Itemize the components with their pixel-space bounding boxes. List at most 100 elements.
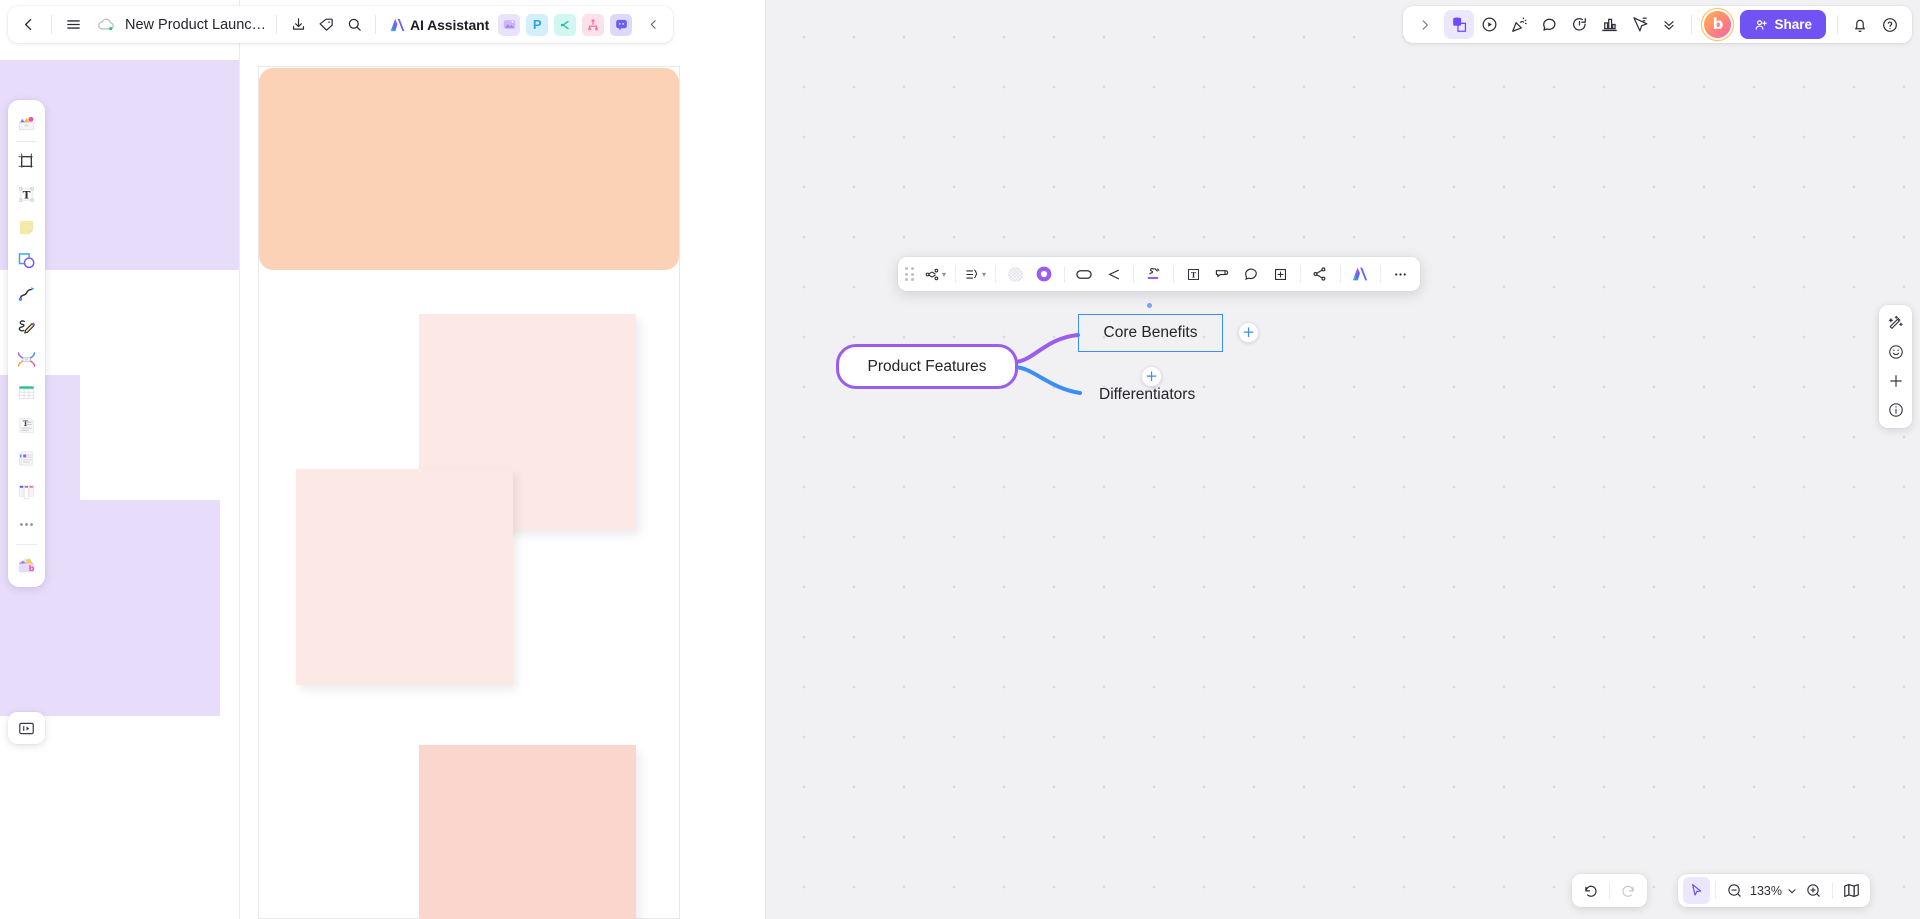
- import-upload-button[interactable]: [8, 712, 45, 744]
- text-style-button[interactable]: T: [1179, 261, 1208, 287]
- toolbar-drag-handle[interactable]: [905, 267, 914, 281]
- share-button[interactable]: Share: [1740, 10, 1826, 39]
- tool-table[interactable]: [12, 376, 42, 409]
- undo-icon[interactable]: [1577, 877, 1604, 904]
- canvas-edge: [765, 0, 766, 919]
- connect-button[interactable]: [1306, 261, 1335, 287]
- orange-card[interactable]: [259, 68, 679, 270]
- tool-ai-toolkit[interactable]: b: [12, 548, 42, 581]
- document-panel: [0, 0, 766, 919]
- search-icon[interactable]: [340, 11, 368, 39]
- tool-template-library[interactable]: [12, 105, 42, 138]
- divider: [1831, 882, 1833, 899]
- panel-divider: [239, 0, 240, 919]
- collapse-toolbar-icon[interactable]: [639, 11, 667, 39]
- add-plus-icon[interactable]: [1882, 367, 1909, 395]
- ai-button[interactable]: [1346, 261, 1375, 287]
- tool-sticky-note[interactable]: [12, 211, 42, 244]
- zoom-level-value[interactable]: 133%: [1748, 884, 1784, 898]
- ai-assistant-label: AI Assistant: [410, 16, 490, 33]
- vote-tool-icon[interactable]: [1594, 10, 1624, 39]
- avatar[interactable]: b: [1704, 11, 1732, 38]
- info-icon[interactable]: [1882, 396, 1909, 424]
- infinite-canvas[interactable]: [765, 0, 1920, 919]
- tool-kanban[interactable]: [12, 475, 42, 508]
- emoji-reaction-icon[interactable]: [1882, 338, 1909, 366]
- fill-color-button[interactable]: [1030, 261, 1059, 287]
- document-title[interactable]: New Product Launch Pla...: [125, 17, 267, 33]
- mindmap-structure-button[interactable]: ▾: [961, 261, 990, 287]
- tool-shape[interactable]: [12, 244, 42, 277]
- left-tool-rail: T T b: [8, 100, 45, 587]
- chevron-down-icon: ▾: [981, 269, 986, 279]
- celebrate-tool-icon[interactable]: [1504, 10, 1534, 39]
- image-app-icon[interactable]: [498, 13, 521, 36]
- add-child-node-button-differentiators[interactable]: +: [1141, 366, 1162, 387]
- comment-tool-icon[interactable]: [1534, 10, 1564, 39]
- add-child-node-button-core[interactable]: +: [1238, 322, 1259, 343]
- tool-note-doc[interactable]: T: [12, 409, 42, 442]
- svg-text:T: T: [23, 419, 29, 428]
- divider: [1172, 265, 1174, 283]
- mindmap-node-core-benefits[interactable]: Core Benefits: [1078, 314, 1223, 352]
- mindmap-node-differentiators[interactable]: Differentiators: [1099, 384, 1195, 406]
- download-icon[interactable]: [284, 11, 312, 39]
- divider: [1063, 265, 1065, 283]
- mindmap-app-icon[interactable]: [554, 13, 577, 36]
- mindmap-layout-button[interactable]: ▾: [921, 261, 950, 287]
- fill-transparent-button[interactable]: [1001, 261, 1030, 287]
- minimap-icon[interactable]: [1838, 877, 1865, 904]
- line-style-button[interactable]: [1099, 261, 1128, 287]
- comment-app-icon[interactable]: [610, 13, 633, 36]
- expand-panel-icon[interactable]: [1410, 10, 1440, 39]
- tool-pen[interactable]: [12, 310, 42, 343]
- highlight-color-button[interactable]: [1139, 261, 1168, 287]
- tool-more[interactable]: [12, 508, 42, 541]
- top-toolbar-right: b Share: [1403, 6, 1912, 43]
- tool-connector[interactable]: [12, 277, 42, 310]
- divider: [276, 15, 277, 34]
- timer-tool-icon[interactable]: [1564, 10, 1594, 39]
- avatar-initial: b: [1712, 15, 1724, 33]
- peach-sticky-3[interactable]: [419, 745, 636, 919]
- mindmap-root-label: Product Features: [867, 357, 987, 375]
- ai-logo-icon: [390, 18, 405, 31]
- tool-mindmap[interactable]: [12, 343, 42, 376]
- tool-frame[interactable]: [12, 145, 42, 178]
- tool-text[interactable]: T: [12, 178, 42, 211]
- divider: [994, 265, 996, 283]
- more-options-button[interactable]: [1386, 261, 1415, 287]
- divider: [1715, 882, 1716, 899]
- present-tool-icon[interactable]: [1474, 10, 1504, 39]
- select-tool-icon[interactable]: [1683, 877, 1710, 904]
- table-app-icon[interactable]: [582, 13, 605, 36]
- ai-assistant-button[interactable]: AI Assistant: [383, 11, 495, 39]
- back-icon[interactable]: [14, 11, 42, 39]
- divider: [1691, 15, 1693, 34]
- zoom-in-icon[interactable]: [1800, 877, 1827, 904]
- comment-button[interactable]: [1237, 261, 1266, 287]
- pink-sticky-2[interactable]: [296, 469, 513, 685]
- sticky-convert-button[interactable]: [1208, 261, 1237, 287]
- tag-icon[interactable]: [312, 11, 340, 39]
- zoom-out-icon[interactable]: [1721, 877, 1748, 904]
- cursor-share-tool-icon[interactable]: [1624, 10, 1654, 39]
- divider: [375, 15, 376, 34]
- presentation-app-icon[interactable]: P: [526, 13, 549, 36]
- sticker-tool-icon[interactable]: [1444, 10, 1475, 39]
- svg-text:b: b: [29, 563, 35, 573]
- help-icon[interactable]: [1875, 10, 1905, 39]
- shape-style-button[interactable]: [1070, 261, 1099, 287]
- zoom-dropdown-chevron-icon[interactable]: [1784, 877, 1800, 904]
- tool-card[interactable]: [12, 442, 42, 475]
- more-tools-chevron-icon[interactable]: [1654, 10, 1684, 39]
- hamburger-menu-icon[interactable]: [59, 11, 87, 39]
- magic-wand-icon[interactable]: [1882, 309, 1909, 337]
- divider: [1132, 265, 1134, 283]
- notification-bell-icon[interactable]: [1845, 10, 1875, 39]
- add-node-button[interactable]: [1266, 261, 1295, 287]
- divider: [1837, 15, 1838, 34]
- share-label: Share: [1774, 17, 1812, 32]
- mindmap-root-node[interactable]: Product Features: [836, 344, 1018, 389]
- redo-icon[interactable]: [1615, 877, 1642, 904]
